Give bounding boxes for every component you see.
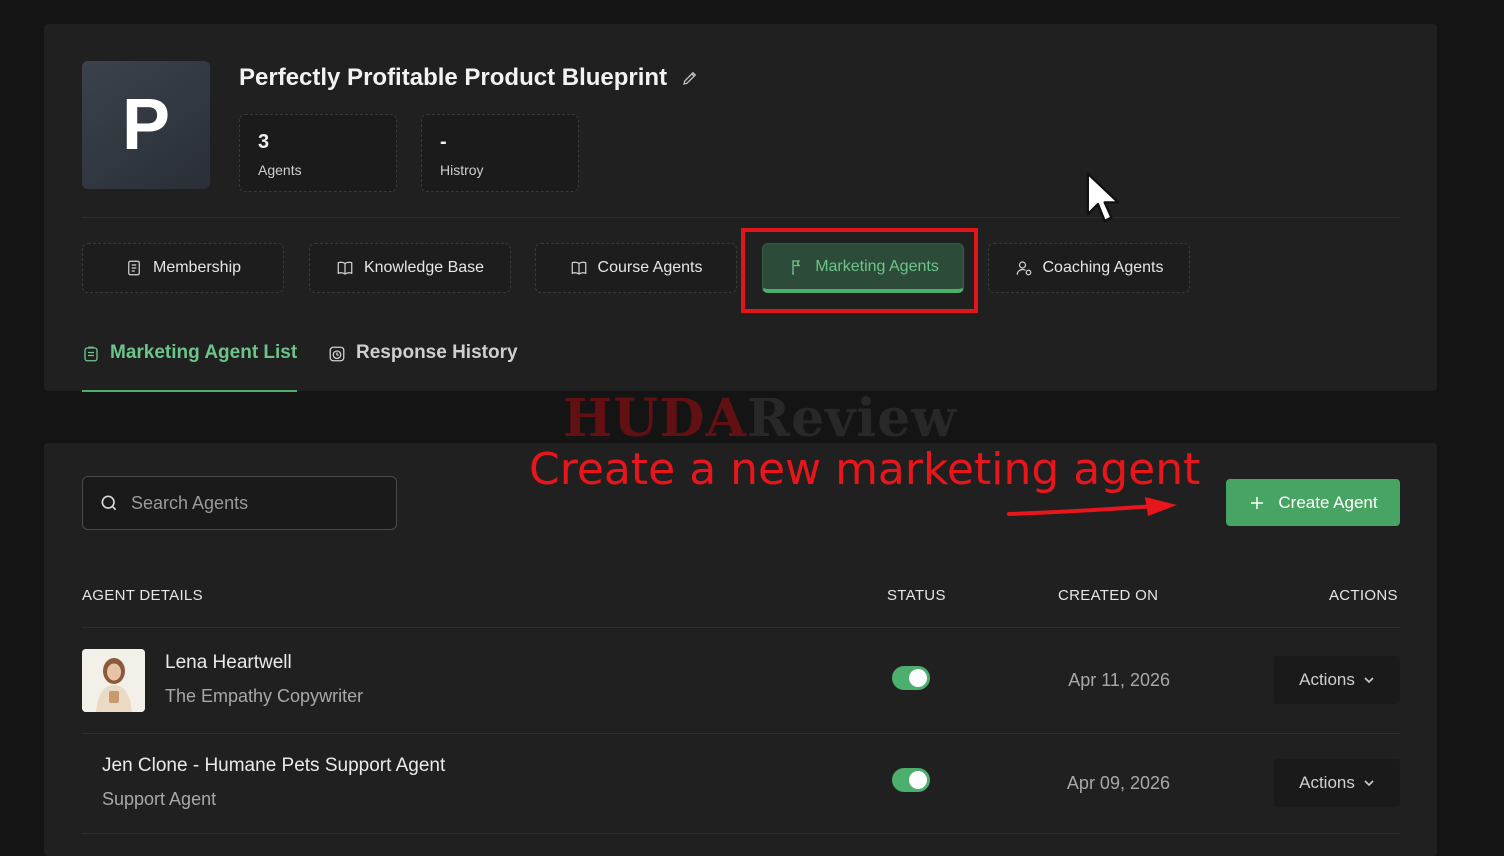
course-logo-letter: P [121,85,171,165]
stat-agents-label: Agents [258,162,302,178]
course-logo: P [82,61,210,189]
column-header-agent-details: AGENT DETAILS [82,587,203,604]
column-header-status: STATUS [887,587,946,604]
agent-role: The Empathy Copywriter [165,686,364,706]
history-icon [329,346,345,362]
stat-card-agents: 3 Agents [239,114,397,192]
actions-dropdown-button[interactable]: Actions [1274,759,1400,807]
watermark-review: Review [746,388,958,449]
stat-agents-value: 3 [258,131,270,153]
actions-label: Actions [1299,773,1355,792]
created-date: Apr 09, 2026 [1066,773,1170,793]
header-divider [82,217,1399,218]
tab-coaching-agents[interactable]: Coaching Agents [988,243,1190,293]
book-icon [571,261,586,275]
stat-history-label: Histroy [440,162,484,178]
created-date: Apr 11, 2026 [1068,670,1170,690]
actions-label: Actions [1299,670,1355,689]
avatar [82,649,145,712]
table-row: Lena Heartwell The Empathy Copywriter Ap… [82,629,1400,729]
course-header-panel: P Perfectly Profitable Product Blueprint… [44,24,1437,392]
search-icon [101,495,117,511]
tab-membership[interactable]: Membership [82,243,284,293]
table-row: Jen Clone - Humane Pets Support Agent Su… [82,735,1400,835]
agent-name: Jen Clone - Humane Pets Support Agent [102,755,446,776]
subtab-response-history-label: Response History [356,342,518,363]
page-title: Perfectly Profitable Product Blueprint [239,64,699,92]
create-agent-button[interactable]: Create Agent [1226,479,1400,526]
tab-knowledge-base-label: Knowledge Base [363,259,485,276]
subtab-response-history[interactable]: Response History [328,342,518,390]
tab-knowledge-base[interactable]: Knowledge Base [309,243,511,293]
annotation-text: Create a new marketing agent [529,444,1201,495]
tab-membership-label: Membership [152,259,242,276]
subtab-marketing-agent-list[interactable]: Marketing Agent List [82,342,298,392]
avatar-image [82,649,145,712]
status-toggle[interactable] [892,768,930,792]
tab-course-agents[interactable]: Course Agents [535,243,737,293]
document-icon [128,260,140,276]
column-header-actions: ACTIONS [1329,587,1398,604]
create-agent-label: Create Agent [1278,492,1378,512]
column-header-created-on: CREATED ON [1058,587,1159,604]
agent-role: Support Agent [102,789,217,809]
page-title-text: Perfectly Profitable Product Blueprint [239,64,668,91]
search-box[interactable] [82,476,397,530]
search-input[interactable] [131,492,371,514]
chevron-down-icon [1364,677,1374,684]
row-separator [82,833,1400,834]
row-separator [82,627,1400,628]
watermark-huda: HUDA [563,388,747,449]
user-icon [1016,261,1031,276]
book-icon [337,261,353,275]
stat-history-value: - [440,131,447,153]
chevron-down-icon [1364,780,1374,787]
agent-name: Lena Heartwell [165,652,292,673]
stat-card-history: - Histroy [421,114,579,192]
pencil-icon[interactable] [681,69,699,87]
plus-icon [1251,496,1264,509]
annotation-highlight-box [741,228,978,313]
agent-list-panel: Create Agent AGENT DETAILS STATUS CREATE… [44,443,1437,856]
clipboard-icon [84,346,98,362]
annotation-arrow-icon [1007,497,1177,516]
status-toggle[interactable] [892,666,930,690]
actions-dropdown-button[interactable]: Actions [1274,656,1400,704]
row-separator [82,733,1400,734]
mouse-cursor-icon [1086,172,1120,223]
tab-course-agents-label: Course Agents [597,259,703,276]
subtab-marketing-agent-list-label: Marketing Agent List [110,342,298,363]
tab-coaching-agents-label: Coaching Agents [1042,259,1164,276]
